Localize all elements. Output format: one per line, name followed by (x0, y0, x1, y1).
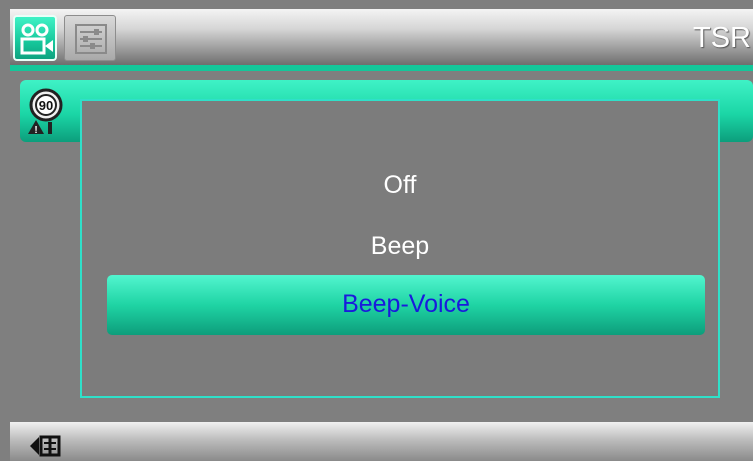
screen: TSR 90 ! Off Beep Beep-Voice (0, 0, 753, 461)
video-camera-icon (20, 23, 53, 55)
back-icon[interactable] (30, 435, 70, 457)
page-title: TSR (693, 22, 751, 54)
tab-video[interactable] (13, 15, 57, 61)
option-beep-voice-label: Beep-Voice (342, 290, 470, 318)
speed-limit-value: 90 (39, 98, 53, 113)
option-beep[interactable]: Beep (82, 232, 718, 261)
options-popup: Off Beep Beep-Voice (80, 99, 720, 398)
option-beep-voice[interactable]: Beep-Voice (107, 275, 705, 335)
tab-settings[interactable] (64, 15, 116, 61)
bottom-bar (10, 422, 753, 461)
option-off[interactable]: Off (82, 171, 718, 200)
svg-text:!: ! (34, 125, 37, 136)
top-bar: TSR (10, 9, 753, 65)
settings-list-icon (75, 24, 107, 54)
header-underline (10, 65, 753, 71)
speed-limit-sign-icon: 90 ! (28, 88, 63, 136)
